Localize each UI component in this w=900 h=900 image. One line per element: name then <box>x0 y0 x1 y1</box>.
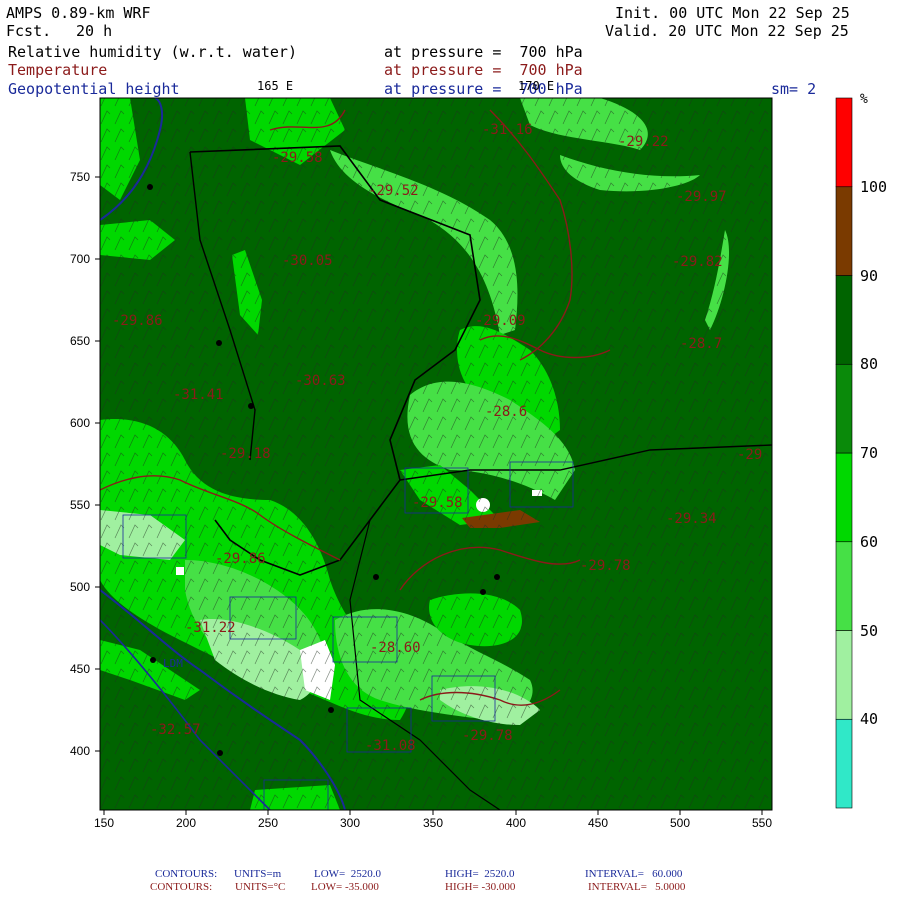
x-tick-label: 200 <box>176 816 197 830</box>
temperature-contour-label: -29.82 <box>672 254 723 270</box>
colorbar-level-label: 40 <box>860 710 879 729</box>
station-label-ldm: LDM <box>163 657 183 670</box>
colorbar-swatch <box>835 452 853 543</box>
y-tick-label: 400 <box>70 744 91 758</box>
y-tick-label: 550 <box>70 498 91 512</box>
footer-geo-high: HIGH= 2520.0 <box>445 868 515 880</box>
temperature-contour-label: -29.22 <box>618 134 669 150</box>
colorbar-level-label: 100 <box>860 177 888 196</box>
temperature-contour-label: -28.6 <box>485 404 528 420</box>
temperature-contour-label: -29.18 <box>220 446 271 462</box>
humidity-field <box>100 98 772 810</box>
colorbar-swatch <box>835 718 853 809</box>
colorbar-swatch <box>835 630 853 720</box>
colorbar-swatch <box>835 541 853 631</box>
x-tick-label: 350 <box>423 816 444 830</box>
colorbar-swatch <box>835 186 853 276</box>
colorbar-level-label: 70 <box>860 444 879 462</box>
footer-temp-units: UNITS=°C <box>235 881 286 893</box>
temperature-contour-label: -29 <box>737 447 763 463</box>
temperature-contour-label: -29.34 <box>666 511 717 527</box>
y-tick-label: 600 <box>70 416 91 430</box>
colorbar-level-label: 80 <box>860 355 879 374</box>
y-tick-label: 500 <box>70 580 91 594</box>
colorbar-swatch <box>835 275 853 365</box>
colorbar-level-label: 90 <box>860 266 879 285</box>
temperature-contour-label: -29.52 <box>368 183 419 199</box>
x-tick-label: 250 <box>258 816 279 830</box>
footer-geo-low: LOW= 2520.0 <box>314 868 381 880</box>
colorbar-level-label: 50 <box>860 621 879 640</box>
y-tick-label: 750 <box>70 170 91 184</box>
footer-temp-interval: INTERVAL= 5.0000 <box>588 881 686 893</box>
temperature-contour-label: -31.16 <box>482 122 533 138</box>
colorbar <box>835 97 853 809</box>
temperature-contour-label: -29.78 <box>462 728 513 744</box>
footer-geo-label: CONTOURS: <box>155 868 218 880</box>
temperature-contour-label: -31.41 <box>173 387 224 403</box>
x-tick-label: 400 <box>506 816 527 830</box>
footer-temp-high: HIGH= -30.000 <box>445 881 516 893</box>
temperature-contour-label: -29.78 <box>580 558 631 574</box>
x-tick-label: 550 <box>752 816 773 830</box>
x-tick-label: 500 <box>670 816 691 830</box>
temperature-contour-label: -29.97 <box>676 189 727 205</box>
temperature-contour-label: -30.63 <box>295 373 346 389</box>
temperature-contour-label: -30.05 <box>282 253 333 269</box>
colorbar-swatch <box>835 97 853 188</box>
y-tick-label: 700 <box>70 252 91 266</box>
temperature-contour-label: -28.7 <box>680 336 723 352</box>
footer-temp-low: LOW= -35.000 <box>311 881 379 893</box>
temperature-contour-label: -29.86 <box>215 551 266 567</box>
footer-temp-label: CONTOURS: <box>150 881 213 893</box>
temperature-contour-label: -29.86 <box>112 313 163 329</box>
temperature-contour-label: -29.09 <box>475 313 526 329</box>
footer-geo-interval: INTERVAL= 60.000 <box>585 868 683 880</box>
temperature-contour-label: -32.57 <box>150 722 201 738</box>
colorbar-level-label: 60 <box>860 532 879 551</box>
temperature-contour-label: -29.58 <box>272 150 323 166</box>
x-tick-label: 150 <box>94 816 115 830</box>
temperature-contour-label: -31.08 <box>365 738 416 754</box>
x-tick-label: 300 <box>340 816 361 830</box>
map-canvas <box>95 97 853 815</box>
temperature-contour-label: -29.58 <box>412 495 463 511</box>
temperature-contour-label: -31.22 <box>185 620 236 636</box>
footer-geo-units: UNITS=m <box>234 868 282 880</box>
colorbar-swatch <box>835 363 853 454</box>
colorbar-unit: % <box>860 92 868 107</box>
y-tick-label: 650 <box>70 334 91 348</box>
y-tick-label: 450 <box>70 662 91 676</box>
temperature-contour-label: -28.60 <box>370 640 421 656</box>
x-tick-label: 450 <box>588 816 609 830</box>
